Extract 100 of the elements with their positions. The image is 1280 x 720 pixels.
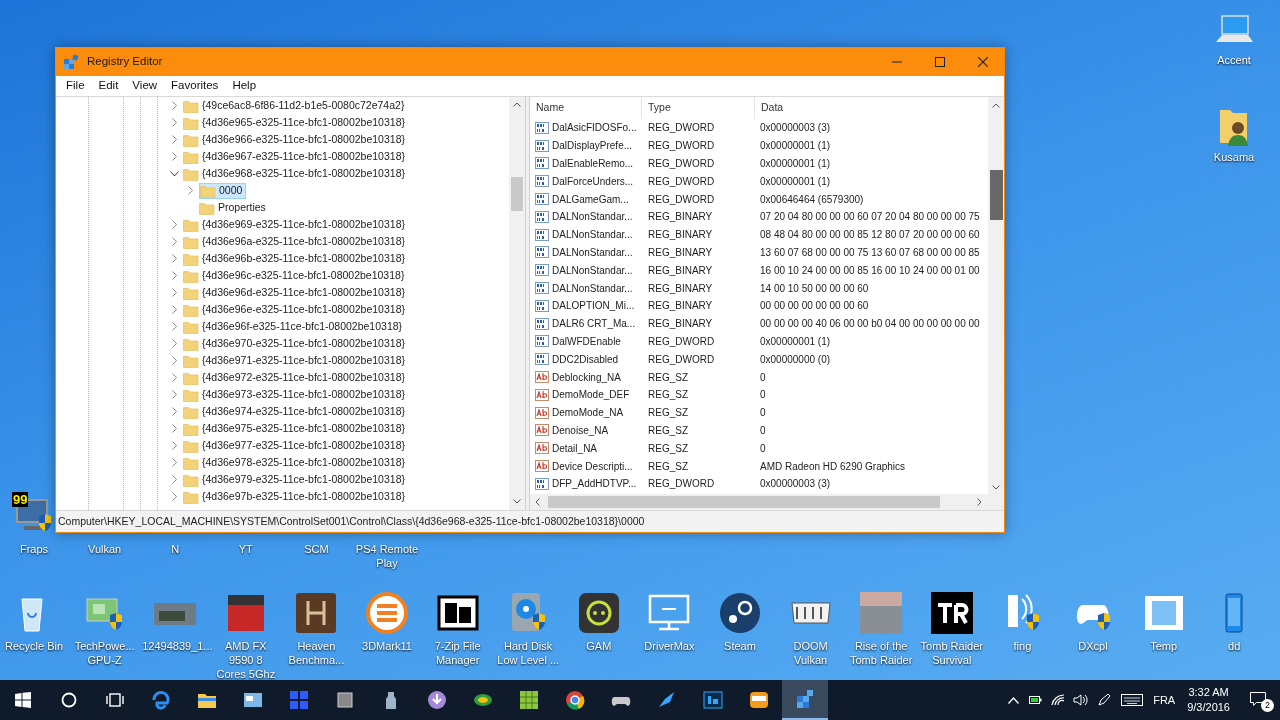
value-type: REG_BINARY [647,317,713,332]
tree-item[interactable]: {4d36e970-e325-11ce-bfc1-08002be10318} [183,335,408,352]
tree-item[interactable]: {4d36e96a-e325-11ce-bfc1-08002be10318} [183,233,408,250]
value-name[interactable]: DalForceUnders... [552,173,634,189]
value-name[interactable]: DALNonStandar... [552,227,633,243]
value-name[interactable]: Deblocking_NA [552,369,621,385]
menu-item[interactable]: Edit [91,76,126,96]
value-type: REG_SZ [647,459,688,474]
arrow-plane-icon[interactable] [657,690,677,710]
tree-item[interactable]: {4d36e967-e325-11ce-bfc1-08002be10318} [183,148,408,165]
tree-item[interactable]: {4d36e97b-e325-11ce-bfc1-08002be10318} [183,488,408,505]
column-header[interactable]: Data [755,97,988,119]
scroll-up-icon[interactable] [513,102,521,107]
value-name[interactable]: DFP_AddHDTVP... [552,476,637,492]
tree-item[interactable]: {4d36e975-e325-11ce-bfc1-08002be10318} [183,420,408,437]
expand-chevron-icon[interactable] [187,186,193,195]
chevron-up-icon[interactable] [1008,696,1020,704]
square-icon[interactable] [335,690,355,710]
tree-item[interactable]: 0000 [199,182,247,199]
vertical-scrollbar[interactable] [988,97,1004,494]
circle-icon[interactable] [61,692,77,708]
scrollbar-thumb[interactable] [511,177,523,211]
maximize-icon[interactable] [934,57,945,67]
value-name[interactable]: DALGameGam... [552,191,629,207]
binary-value-icon [535,175,549,188]
value-name[interactable]: DALNonStandar... [552,262,633,278]
power-plug-icon[interactable] [1029,694,1044,706]
tree-item[interactable]: {4d36e966-e325-11ce-bfc1-08002be10318} [183,131,408,148]
notification-icon[interactable] [1250,692,1266,706]
windows-logo-icon[interactable] [15,692,31,708]
tree-item[interactable]: {49ce6ac8-6f86-11d2-b1e5-0080c72e74a2} [183,97,408,114]
value-name[interactable]: DALNonStandar... [552,280,633,296]
value-name[interactable]: DALNonStandar... [552,244,633,260]
value-type: REG_BINARY [647,281,713,296]
close-icon[interactable] [977,57,988,67]
column-header[interactable]: Name [530,97,642,119]
chrome-icon[interactable] [565,690,585,710]
wifi-icon[interactable] [1051,694,1066,706]
value-name[interactable]: DalDisplayPrefe... [552,138,633,154]
scroll-down-icon[interactable] [513,499,521,504]
clock-time[interactable]: 3:32 AM [1188,685,1229,700]
value-name[interactable]: DALOPTION_Mi... [552,298,635,314]
scroll-up-icon[interactable] [992,103,1000,108]
value-name[interactable]: Denoise_NA [552,422,609,438]
value-data: 0x00000001 (1) [759,174,831,189]
tree-item[interactable]: {4d36e971-e325-11ce-bfc1-08002be10318} [183,352,408,369]
value-name[interactable]: DALNonStandar... [552,209,633,225]
editor-square-icon[interactable] [703,690,723,710]
collapse-chevron-icon[interactable] [169,170,179,177]
language-indicator[interactable]: FRA [1153,691,1176,709]
menu-item[interactable]: View [125,76,165,96]
scroll-down-icon[interactable] [992,485,1000,490]
tree-item[interactable]: {4d36e965-e325-11ce-bfc1-08002be10318} [183,114,408,131]
tree-item[interactable]: Properties [199,199,269,216]
value-name[interactable]: DalAsicFIDOSFo... [552,120,637,136]
speaker-icon[interactable] [1073,694,1090,706]
tree-item[interactable]: {4d36e968-e325-11ce-bfc1-08002be10318} [183,165,408,182]
goggles-face-icon[interactable] [749,690,769,710]
tree-item[interactable]: {4d36e972-e325-11ce-bfc1-08002be10318} [183,369,408,386]
tree-item[interactable]: {4d36e974-e325-11ce-bfc1-08002be10318} [183,403,408,420]
browser-e-icon[interactable] [151,690,171,710]
clock-date[interactable]: 9/3/2016 [1187,700,1230,715]
tree-item[interactable]: {4d36e96f-e325-11ce-bfc1-08002be10318} [183,318,406,335]
tree-item[interactable]: {4d36e978-e325-11ce-bfc1-08002be10318} [183,454,408,471]
scroll-right-icon[interactable] [977,498,982,506]
menu-item[interactable]: Favorites [164,76,226,96]
value-name[interactable]: Detail_NA [552,440,598,456]
scroll-left-icon[interactable] [535,498,540,506]
tree-item[interactable]: {4d36e96d-e325-11ce-bfc1-08002be10318} [183,284,408,301]
tree-item[interactable]: {4d36e969-e325-11ce-bfc1-08002be10318} [183,216,408,233]
torrent-circle-icon[interactable] [427,690,447,710]
registry-cubes-icon[interactable] [795,689,815,709]
grid-tiles-icon[interactable] [289,690,309,710]
menu-item[interactable]: Help [225,76,264,96]
scrollbar-thumb[interactable] [548,496,940,508]
window-app-icon[interactable] [243,690,263,710]
value-name[interactable]: DalWFDEnable [552,333,621,349]
tree-item[interactable]: {4d36e977-e325-11ce-bfc1-08002be10318} [183,437,408,454]
menu-item[interactable]: File [59,76,92,96]
value-name[interactable]: DemoMode_DEF [552,387,630,403]
tree-item[interactable]: {4d36e979-e325-11ce-bfc1-08002be10318} [183,471,408,488]
scrollbar-thumb[interactable] [989,170,1003,220]
string-value-icon [535,406,549,419]
pen-icon[interactable] [1097,693,1112,707]
value-name[interactable]: DDC2Disabled [552,351,619,367]
value-name[interactable]: DalEnableRemo... [552,156,634,171]
column-header[interactable]: Type [642,97,755,119]
tree-item[interactable]: {4d36e96e-e325-11ce-bfc1-08002be10318} [183,301,408,318]
value-name[interactable]: Device Descripti... [552,458,633,474]
tree-item[interactable]: {4d36e96c-e325-11ce-bfc1-08002be10318} [183,267,408,284]
vertical-scrollbar[interactable] [509,97,525,510]
horizontal-scrollbar[interactable] [530,494,1004,510]
spreadsheet-grid-icon[interactable] [519,690,539,710]
keyboard-icon[interactable] [1121,694,1144,706]
value-name[interactable]: DALR6 CRT_Ma... [552,316,636,332]
value-name[interactable]: DemoMode_NA [552,405,624,421]
value-data: 0x00000001 (1) [759,139,831,154]
task-view-icon[interactable] [106,693,124,707]
tree-item[interactable]: {4d36e96b-e325-11ce-bfc1-08002be10318} [183,250,408,267]
tree-item[interactable]: {4d36e973-e325-11ce-bfc1-08002be10318} [183,386,408,403]
